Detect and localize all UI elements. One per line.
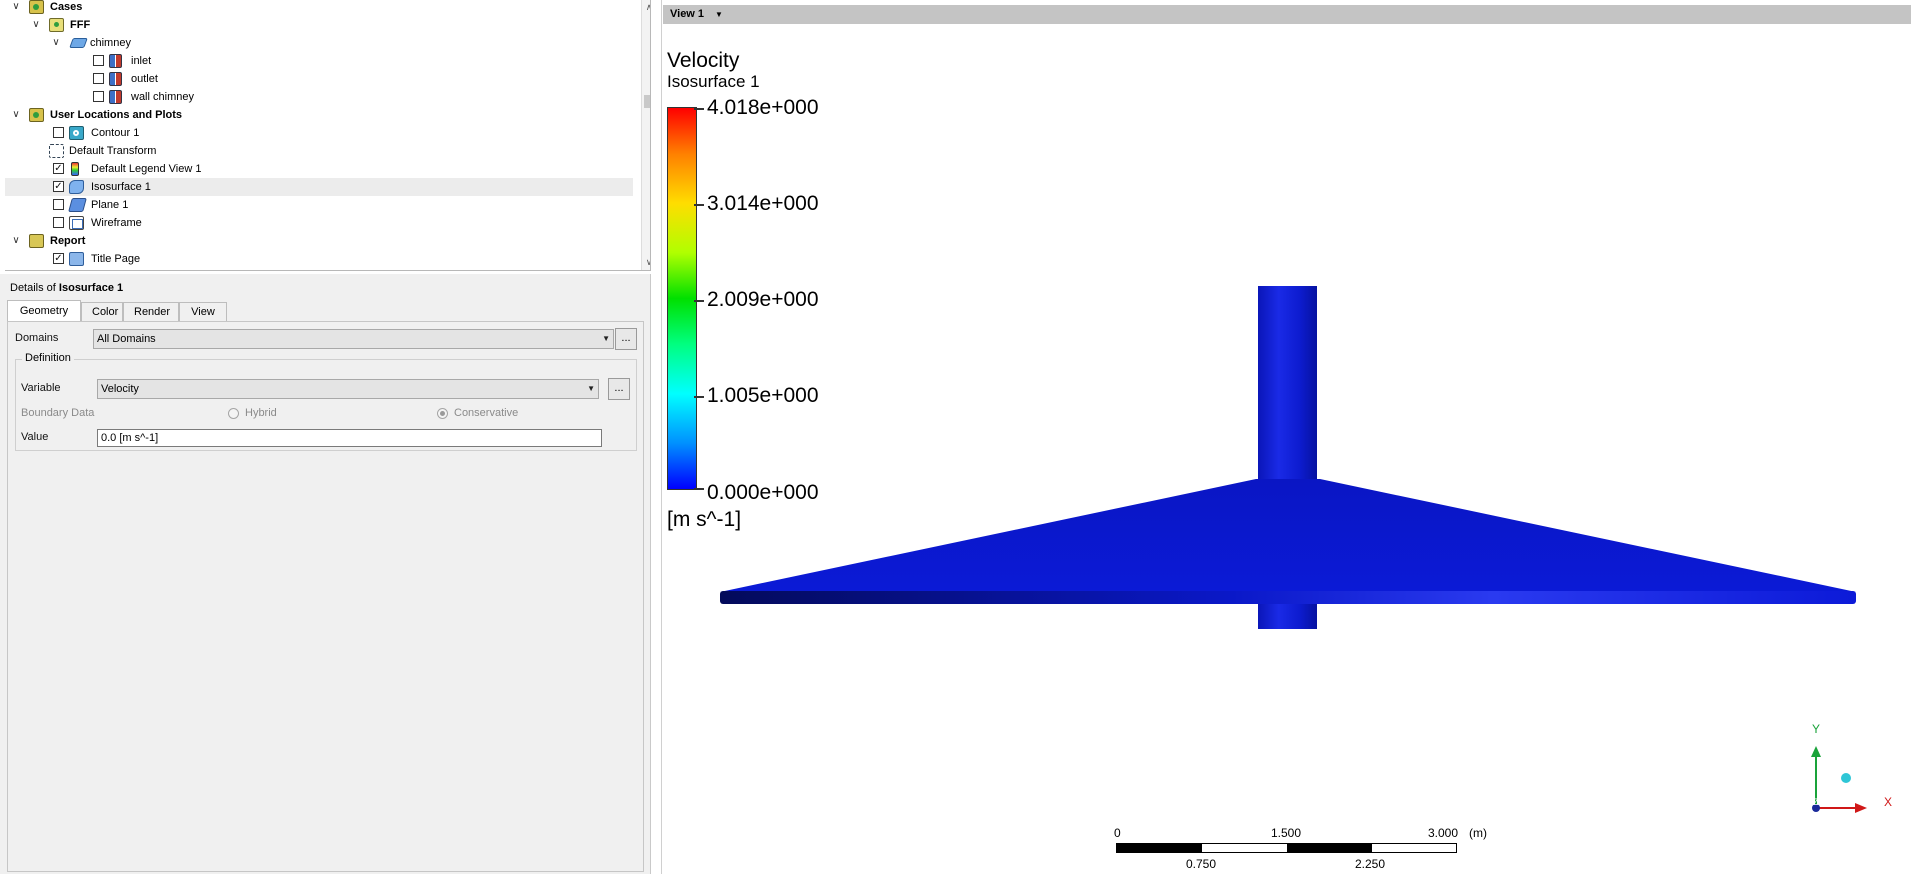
chimney-hood-cone: [720, 479, 1856, 592]
scale-segment: [1117, 844, 1202, 852]
chimney-pipe-upper: [1258, 286, 1317, 482]
scale-label: 0.750: [1186, 857, 1217, 871]
scale-label: 0: [1114, 826, 1121, 840]
chimney-hood-rim: [720, 591, 1856, 604]
x-axis-label: X: [1884, 795, 1892, 809]
isosurface-render: [720, 286, 1856, 629]
axis-triad: Y X Z: [1811, 722, 1892, 813]
y-axis-arrow-icon: [1811, 746, 1821, 757]
scale-label: 1.500: [1271, 826, 1302, 840]
scale-label: 3.000: [1428, 826, 1459, 840]
x-axis-arrow-icon: [1855, 803, 1867, 813]
scale-segment: [1287, 844, 1372, 852]
scale-label: 2.250: [1355, 857, 1386, 871]
scale-unit: (m): [1469, 826, 1487, 840]
chimney-pipe-lower: [1258, 604, 1317, 629]
view-orientation-ball: [1841, 773, 1851, 783]
scale-bar: [1116, 843, 1457, 853]
y-axis-label: Y: [1812, 722, 1820, 736]
z-axis-label: Z: [1813, 797, 1819, 807]
